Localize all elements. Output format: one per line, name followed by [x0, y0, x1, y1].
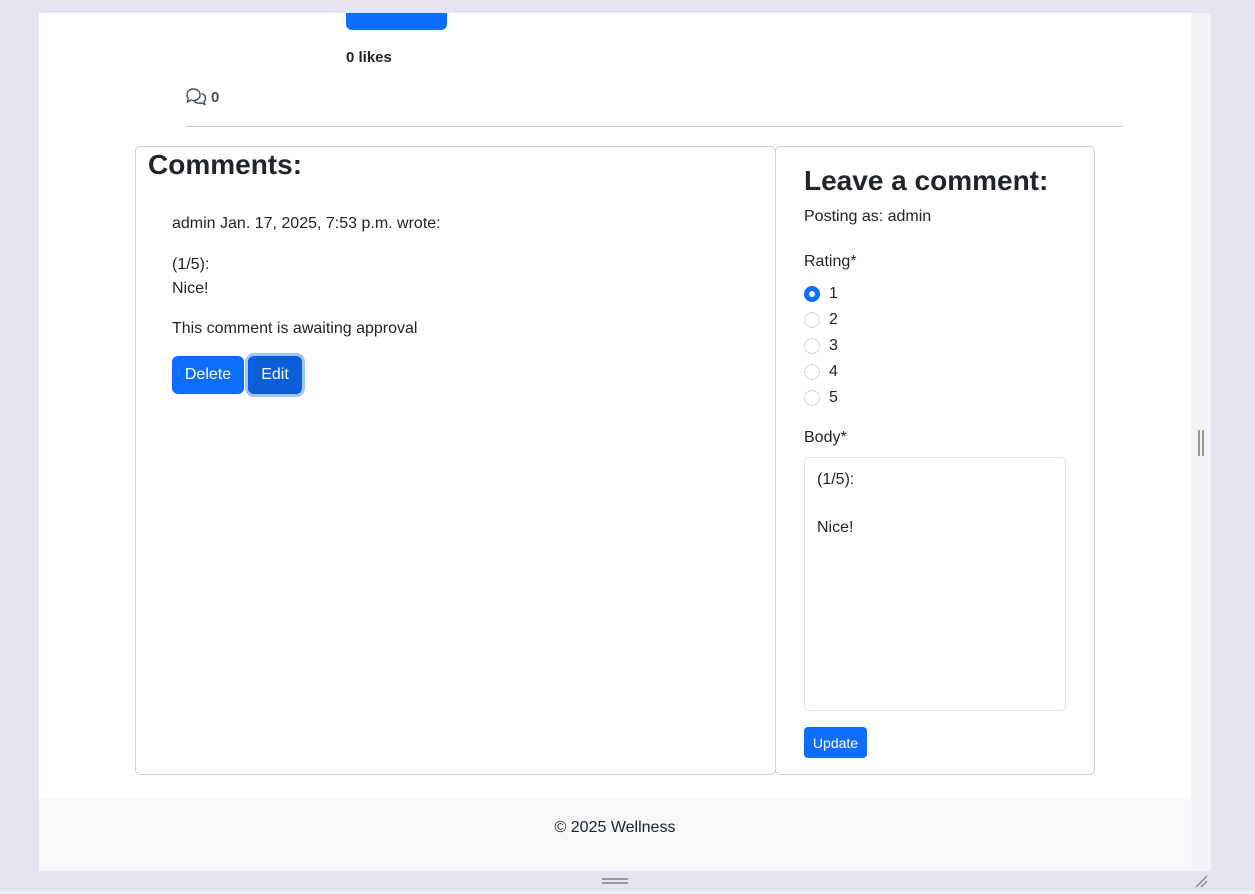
rating-option-4[interactable]: 4 — [804, 363, 838, 381]
divider — [186, 126, 1122, 127]
rating-option-2[interactable]: 2 — [804, 311, 838, 329]
comment-form: Leave a comment: Posting as: admin Ratin… — [775, 146, 1095, 775]
radio-checked-icon[interactable] — [804, 286, 820, 302]
comment-rating: (1/5): — [172, 256, 210, 273]
rating-option-3[interactable]: 3 — [804, 337, 838, 355]
comment-count-value: 0 — [211, 88, 220, 106]
side-resize-handle[interactable] — [1198, 430, 1204, 456]
update-button[interactable]: Update — [804, 727, 867, 758]
rating-label: Rating* — [804, 253, 857, 270]
comments-icon — [186, 88, 207, 106]
rating-option-label: 5 — [829, 389, 838, 406]
like-button[interactable] — [346, 13, 447, 30]
rating-option-label: 2 — [829, 311, 838, 328]
radio-icon[interactable] — [804, 364, 820, 380]
delete-comment-button[interactable]: Delete — [172, 356, 244, 394]
likes-count: 0 likes — [346, 49, 392, 66]
bottom-resize-handle[interactable] — [602, 878, 628, 884]
rating-option-label: 1 — [829, 285, 838, 302]
comment-count: 0 — [185, 88, 219, 106]
radio-icon[interactable] — [804, 338, 820, 354]
comment-body: Nice! — [172, 280, 209, 297]
comments-title: Comments: — [148, 149, 303, 180]
edit-comment-button[interactable]: Edit — [248, 356, 302, 394]
body-textarea[interactable]: (1/5): Nice! — [804, 457, 1066, 711]
rating-option-1[interactable]: 1 — [804, 285, 838, 303]
rating-option-label: 3 — [829, 337, 838, 354]
comment-author-line: admin Jan. 17, 2025, 7:53 p.m. wrote: — [172, 215, 441, 232]
resize-grip-icon[interactable] — [1194, 874, 1208, 888]
form-title: Leave a comment: — [804, 165, 1049, 196]
footer-copyright: © 2025 Wellness — [554, 819, 676, 836]
radio-icon[interactable] — [804, 312, 820, 328]
rating-option-5[interactable]: 5 — [804, 389, 838, 407]
posting-as: Posting as: admin — [804, 208, 932, 225]
radio-icon[interactable] — [804, 390, 820, 406]
footer: © 2025 Wellness — [39, 799, 1191, 871]
comment-status: This comment is awaiting approval — [172, 320, 418, 337]
comments-section: Comments: admin Jan. 17, 2025, 7:53 p.m.… — [135, 146, 776, 775]
rating-option-label: 4 — [829, 363, 838, 380]
body-label: Body* — [804, 429, 847, 446]
